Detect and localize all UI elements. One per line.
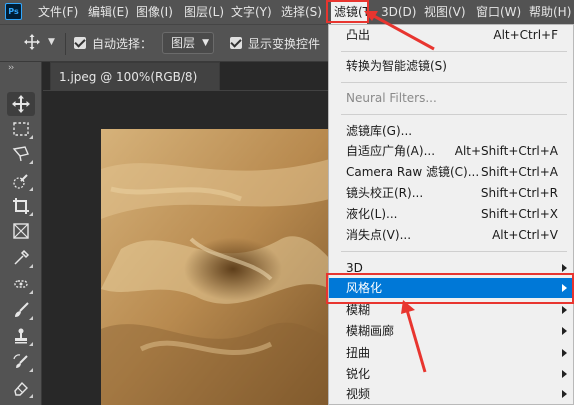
chevron-down-icon[interactable]: ▼ (48, 37, 55, 47)
healing-brush-tool[interactable] (7, 272, 35, 296)
filter-menu-item-lens-correction[interactable]: 镜头校正(R)... Shift+Ctrl+R (329, 183, 573, 203)
filter-menu-item-blur-gallery[interactable]: 模糊画廊 (329, 321, 573, 341)
menu-item-shortcut: Alt+Ctrl+F (493, 28, 558, 42)
history-brush-tool-icon (13, 354, 28, 368)
auto-select-target-value: 图层 (171, 36, 196, 50)
menu-item-label: 滤镜库(G)... (346, 124, 413, 138)
document-tab-title: 1.jpeg @ 100%(RGB/8) (59, 70, 198, 84)
filter-menu-item-sharpen[interactable]: 锐化 (329, 364, 573, 384)
menu-type[interactable]: 文字(Y) (231, 0, 272, 24)
filter-menu: 凸出 Alt+Ctrl+F 转换为智能滤镜(S) Neural Filters.… (328, 24, 574, 405)
menu-item-label: Camera Raw 滤镜(C)... (346, 165, 480, 179)
menu-item-label: 视频 (346, 387, 371, 401)
filter-menu-item-video[interactable]: 视频 (329, 384, 573, 404)
eyedropper-tool[interactable] (7, 246, 35, 270)
menu-item-label: 转换为智能滤镜(S) (346, 59, 447, 73)
filter-menu-item-vanishing-point[interactable]: 消失点(V)... Alt+Ctrl+V (329, 225, 573, 245)
clone-stamp-tool-icon (15, 328, 27, 344)
menu-select[interactable]: 选择(S) (281, 0, 322, 24)
menu-item-label: 液化(L)... (346, 207, 398, 221)
menu-item-label: 自适应广角(A)... (346, 144, 436, 158)
eraser-tool[interactable] (7, 376, 35, 400)
brush-tool-icon (15, 302, 29, 317)
submenu-arrow-icon (562, 327, 567, 335)
filter-menu-item-filter-gallery[interactable]: 滤镜库(G)... (329, 121, 573, 141)
auto-select-label: 自动选择： (92, 37, 153, 51)
healing-brush-tool-icon (14, 280, 28, 288)
eyedropper-tool-icon (14, 249, 30, 265)
menu-item-label: 锐化 (346, 367, 371, 381)
menu-edit[interactable]: 编辑(E) (88, 0, 129, 24)
quick-select-tool-icon (13, 174, 28, 189)
menu-separator (341, 114, 567, 115)
document-area: 1.jpeg @ 100%(RGB/8) (43, 62, 330, 405)
menu-item-label: 消失点(V)... (346, 228, 412, 242)
canvas-image[interactable] (101, 129, 330, 405)
marquee-tool-icon (13, 122, 29, 136)
menu-item-shortcut: Shift+Ctrl+A (481, 165, 558, 179)
filter-menu-item-distort[interactable]: 扭曲 (329, 343, 573, 363)
chevron-down-icon: ▼ (202, 38, 209, 48)
annotation-box-stylize (326, 273, 574, 304)
auto-select-checkbox[interactable] (74, 37, 86, 49)
filter-menu-item-neural-filters: Neural Filters... (329, 88, 573, 108)
menu-help[interactable]: 帮助(H) (529, 0, 571, 24)
menu-item-shortcut: Shift+Ctrl+R (480, 186, 558, 200)
crop-tool[interactable] (7, 194, 35, 218)
move-tool-icon (12, 95, 30, 113)
photoshop-logo-icon[interactable]: Ps (5, 3, 22, 20)
tools-panel: ›› (0, 62, 42, 405)
clone-stamp-tool[interactable] (7, 324, 35, 348)
menu-file[interactable]: 文件(F) (38, 0, 78, 24)
annotation-arrow-icon (401, 300, 427, 373)
options-divider (65, 33, 66, 55)
menu-item-shortcut: Alt+Ctrl+V (492, 228, 558, 242)
photoshop-logo-text: Ps (8, 7, 19, 16)
submenu-arrow-icon (562, 349, 567, 357)
filter-menu-item-camera-raw[interactable]: Camera Raw 滤镜(C)... Shift+Ctrl+A (329, 162, 573, 182)
submenu-arrow-icon (562, 264, 567, 272)
submenu-arrow-icon (562, 390, 567, 398)
show-transform-checkbox[interactable] (230, 37, 242, 49)
menu-item-shortcut: Shift+Ctrl+X (481, 207, 558, 221)
filter-menu-item-adaptive-wide-angle[interactable]: 自适应广角(A)... Alt+Shift+Ctrl+A (329, 141, 573, 161)
panel-collapse-icon[interactable]: ›› (8, 63, 14, 73)
history-brush-tool[interactable] (7, 350, 35, 374)
menu-item-label: 镜头校正(R)... (346, 186, 424, 200)
crop-tool-icon (13, 198, 29, 214)
eraser-tool-icon (14, 381, 28, 396)
brush-tool[interactable] (7, 298, 35, 322)
submenu-arrow-icon (562, 306, 567, 314)
move-tool[interactable] (7, 92, 35, 116)
quick-select-tool[interactable] (7, 169, 35, 193)
frame-tool-icon (13, 223, 29, 239)
auto-select-target-dropdown[interactable]: 图层 ▼ (162, 32, 214, 54)
lasso-tool-icon (12, 146, 29, 162)
menu-bar: Ps 文件(F) 编辑(E) 图像(I) 图层(L) 文字(Y) 选择(S) 滤… (0, 0, 574, 24)
lasso-tool[interactable] (7, 142, 35, 166)
submenu-arrow-icon (562, 370, 567, 378)
marquee-tool[interactable] (7, 117, 35, 141)
tab-strip (43, 90, 330, 91)
filter-menu-item-convert-smart[interactable]: 转换为智能滤镜(S) (329, 56, 573, 76)
menu-item-label: 模糊画廊 (346, 324, 395, 338)
move-tool-preset-icon[interactable] (24, 34, 40, 50)
menu-window[interactable]: 窗口(W) (476, 0, 521, 24)
menu-separator (341, 251, 567, 252)
silk-fabric-image (101, 129, 330, 405)
filter-menu-item-liquify[interactable]: 液化(L)... Shift+Ctrl+X (329, 204, 573, 224)
menu-item-label: 扭曲 (346, 346, 371, 360)
frame-tool[interactable] (7, 219, 35, 243)
menu-layer[interactable]: 图层(L) (184, 0, 224, 24)
menu-item-label: Neural Filters... (346, 91, 437, 105)
menu-separator (341, 82, 567, 83)
show-transform-label: 显示变换控件 (248, 37, 321, 51)
annotation-arrow-icon (364, 11, 435, 51)
document-tab[interactable]: 1.jpeg @ 100%(RGB/8) (50, 62, 220, 90)
menu-item-shortcut: Alt+Shift+Ctrl+A (454, 144, 558, 158)
menu-image[interactable]: 图像(I) (136, 0, 173, 24)
